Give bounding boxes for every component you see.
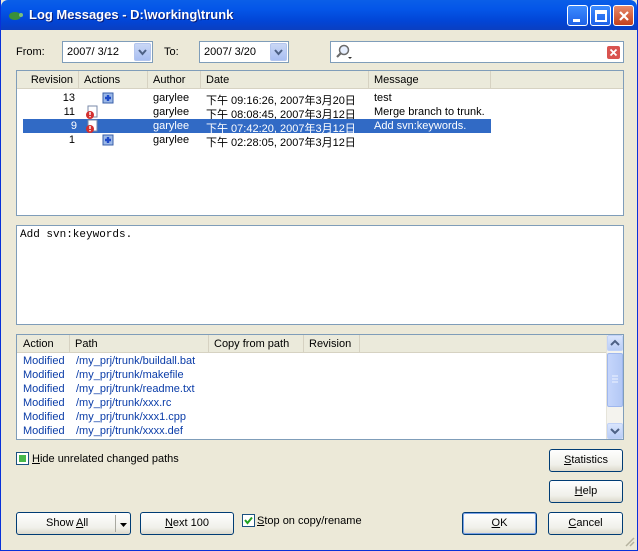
hide-unrelated-label[interactable]: Hide unrelated changed paths xyxy=(32,453,179,465)
action-cell: Modified xyxy=(23,397,65,409)
action-cell: Modified xyxy=(23,425,65,437)
column-revision[interactable]: Revision xyxy=(304,335,360,353)
next-100-button[interactable]: Next 100 xyxy=(140,512,234,535)
stop-on-copy-checkbox[interactable] xyxy=(242,514,255,527)
button-mnemonic: N xyxy=(164,517,173,529)
split-divider xyxy=(115,515,116,532)
button-label: ll xyxy=(83,517,89,529)
button-label: Show xyxy=(46,517,76,529)
path-cell: /my_prj/trunk/buildall.bat xyxy=(76,355,196,367)
vertical-scrollbar[interactable] xyxy=(606,335,623,439)
path-cell: /my_prj/trunk/xxx1.cpp xyxy=(76,411,187,423)
action-cell: Modified xyxy=(23,383,65,395)
path-row[interactable]: Modified /my_prj/trunk/xxx1.cpp xyxy=(17,410,623,424)
author-cell: garylee xyxy=(153,134,190,146)
path-row[interactable]: Modified /my_prj/trunk/makefile xyxy=(17,368,623,382)
stop-on-copy-label[interactable]: Stop on copy/rename xyxy=(257,515,362,527)
revision-cell: 9 xyxy=(70,120,77,132)
path-cell: /my_prj/trunk/makefile xyxy=(76,369,184,381)
button-mnemonic: H xyxy=(574,485,583,497)
log-row-selected[interactable]: 9 garylee 下午 07:42:20, 2007年3月12日 Add sv… xyxy=(23,119,491,135)
message-cell: test xyxy=(374,92,392,104)
message-textbox[interactable]: Add svn:keywords. xyxy=(16,225,624,325)
column-message[interactable]: Message xyxy=(369,71,491,89)
revision-cell: 11 xyxy=(63,106,75,118)
resize-grip-icon[interactable] xyxy=(623,535,635,550)
button-label: elp xyxy=(582,485,598,497)
author-cell: garylee xyxy=(153,106,190,118)
column-revision[interactable]: Revision xyxy=(17,71,79,89)
path-cell: /my_prj/trunk/readme.txt xyxy=(76,383,195,395)
minimize-button[interactable] xyxy=(567,5,588,26)
clear-search-icon[interactable] xyxy=(607,46,620,62)
add-icon xyxy=(101,133,115,150)
button-label: ext 100 xyxy=(172,517,210,529)
scroll-up-icon[interactable] xyxy=(607,335,623,351)
show-all-split-button[interactable]: Show All xyxy=(16,512,131,535)
label-text: ide unrelated changed paths xyxy=(39,453,179,465)
path-cell: /my_prj/trunk/xxxx.def xyxy=(76,425,183,437)
column-actions[interactable]: Actions xyxy=(79,71,148,89)
to-date-picker[interactable]: 2007/ 3/20 xyxy=(199,41,289,63)
changed-paths-list[interactable]: Action Path Copy from path Revision Modi… xyxy=(16,334,624,440)
from-label: From: xyxy=(16,46,45,58)
scroll-down-icon[interactable] xyxy=(607,423,623,439)
log-list-header: Revision Actions Author Date Message xyxy=(17,71,623,89)
path-cell: /my_prj/trunk/xxx.rc xyxy=(76,397,172,409)
action-cell: Modified xyxy=(23,411,65,423)
log-list[interactable]: Revision Actions Author Date Message 13 … xyxy=(16,70,624,216)
dropdown-arrow-icon[interactable] xyxy=(120,520,128,532)
column-date[interactable]: Date xyxy=(201,71,369,89)
title-bar[interactable]: Log Messages - D:\working\trunk xyxy=(1,0,637,30)
close-button[interactable] xyxy=(613,5,634,26)
column-copy-from-path[interactable]: Copy from path xyxy=(209,335,304,353)
path-row[interactable]: Modified /my_prj/trunk/xxxx.def xyxy=(17,424,623,438)
tortoise-app-icon xyxy=(7,8,23,22)
revision-cell: 1 xyxy=(68,134,75,146)
action-cell: Modified xyxy=(23,355,65,367)
button-label: ancel xyxy=(576,517,603,529)
log-row[interactable]: 11 garylee 下午 08:08:45, 2007年3月12日 Merge… xyxy=(17,105,623,121)
ok-button[interactable]: OK xyxy=(462,512,537,535)
maximize-button[interactable] xyxy=(590,5,611,26)
chevron-down-icon[interactable] xyxy=(270,43,287,61)
window-title: Log Messages - D:\working\trunk xyxy=(29,7,234,22)
changed-paths-header: Action Path Copy from path Revision xyxy=(17,335,607,353)
label-mnemonic: H xyxy=(32,453,40,465)
column-action[interactable]: Action xyxy=(17,335,70,353)
path-row[interactable]: Modified /my_prj/trunk/readme.txt xyxy=(17,382,623,396)
button-label: K xyxy=(500,517,508,529)
search-icon[interactable] xyxy=(334,44,354,63)
path-row[interactable]: Modified /my_prj/trunk/xxx.rc xyxy=(17,396,623,410)
button-label: tatistics xyxy=(571,454,609,466)
to-date-value: 2007/ 3/20 xyxy=(204,46,256,58)
log-row[interactable]: 1 garylee 下午 02:28:05, 2007年3月12日 xyxy=(17,133,623,150)
author-cell: garylee xyxy=(153,120,190,132)
search-input[interactable] xyxy=(330,41,624,63)
from-date-picker[interactable]: 2007/ 3/12 xyxy=(62,41,153,63)
revision-cell: 13 xyxy=(62,92,75,104)
help-button[interactable]: Help xyxy=(549,480,623,503)
cancel-button[interactable]: Cancel xyxy=(548,512,623,535)
log-messages-window: Log Messages - D:\working\trunk From: 20… xyxy=(0,0,638,551)
action-cell: Modified xyxy=(23,369,65,381)
from-date-value: 2007/ 3/12 xyxy=(67,46,119,58)
message-cell: Add svn:keywords. xyxy=(374,120,467,132)
chevron-down-icon[interactable] xyxy=(134,43,151,61)
log-row[interactable]: 13 garylee 下午 09:16:26, 2007年3月20日 test xyxy=(17,91,623,107)
scroll-thumb[interactable] xyxy=(607,353,623,407)
hide-unrelated-checkbox[interactable] xyxy=(16,452,29,465)
date-cell: 下午 02:28:05, 2007年3月12日 xyxy=(206,137,356,149)
to-label: To: xyxy=(164,46,179,58)
column-path[interactable]: Path xyxy=(70,335,209,353)
message-text: Add svn:keywords. xyxy=(20,229,133,241)
column-author[interactable]: Author xyxy=(148,71,201,89)
statistics-button[interactable]: Statistics xyxy=(549,449,623,472)
button-mnemonic: O xyxy=(491,517,501,529)
label-text: top on copy/rename xyxy=(264,515,362,527)
message-cell: Merge branch to trunk. xyxy=(374,106,485,118)
path-row[interactable]: Modified /my_prj/trunk/buildall.bat xyxy=(17,354,623,368)
author-cell: garylee xyxy=(153,92,190,104)
